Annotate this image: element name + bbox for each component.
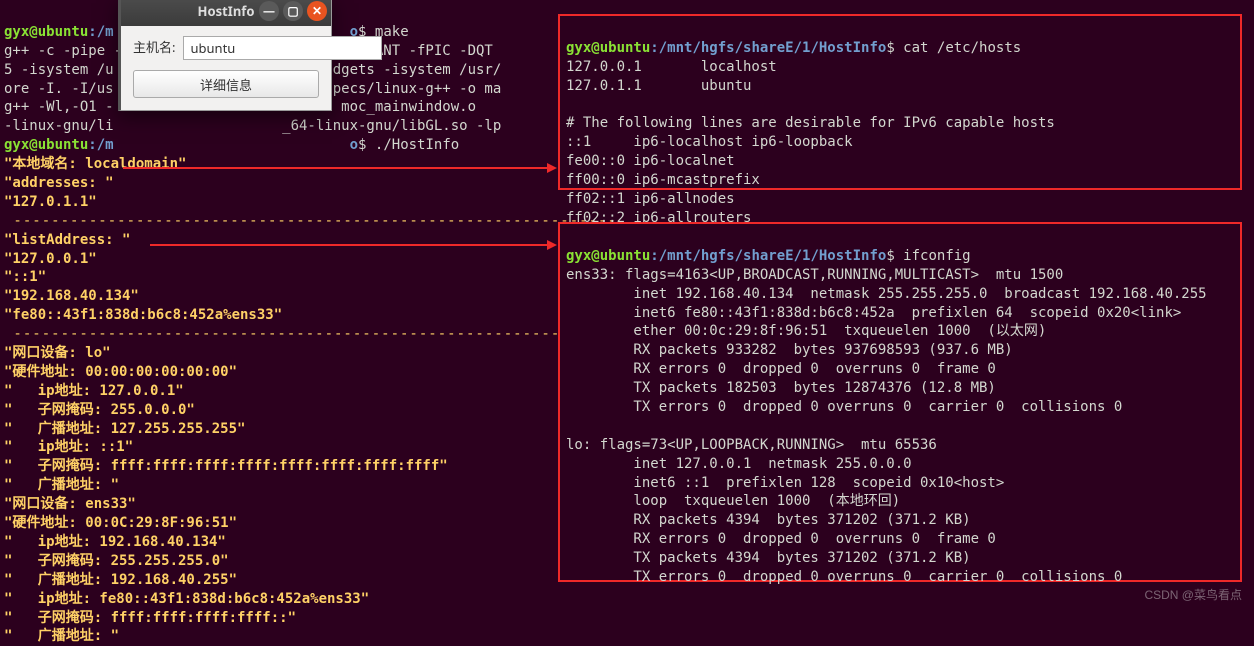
separator-line: ----------------------------------------… bbox=[4, 213, 617, 229]
hosts-line: ::1 ip6-localhost ip6-loopback bbox=[566, 134, 853, 150]
prompt-path: :/mnt/hgfs/shareE/1/HostInfo bbox=[650, 248, 886, 264]
ifconfig-line: inet6 ::1 prefixlen 128 scopeid 0x10<hos… bbox=[566, 475, 1004, 491]
output-line: "127.0.1.1" bbox=[4, 194, 97, 210]
ifconfig-line: RX packets 933282 bytes 937698593 (937.6… bbox=[566, 342, 1013, 358]
terminal-cat-hosts: gyx@ubuntu:/mnt/hgfs/shareE/1/HostInfo$ … bbox=[558, 14, 1242, 190]
output-line: " 广播地址: " bbox=[4, 628, 119, 644]
detail-button[interactable]: 详细信息 bbox=[133, 70, 319, 98]
output-line: " ip地址: 192.168.40.134" bbox=[4, 534, 226, 550]
ifconfig-line: TX packets 182503 bytes 12874376 (12.8 M… bbox=[566, 380, 996, 396]
prompt-path: :/m bbox=[88, 24, 113, 40]
ifconfig-line: inet 127.0.0.1 netmask 255.0.0.0 bbox=[566, 456, 912, 472]
ifconfig-line: RX packets 4394 bytes 371202 (371.2 KB) bbox=[566, 512, 971, 528]
ifconfig-line: loop txqueuelen 1000 (本地环回) bbox=[566, 493, 900, 509]
ifconfig-line: ens33: flags=4163<UP,BROADCAST,RUNNING,M… bbox=[566, 267, 1063, 283]
output-line: "::1" bbox=[4, 269, 46, 285]
ifconfig-line: TX packets 4394 bytes 371202 (371.2 KB) bbox=[566, 550, 971, 566]
output-line: "fe80::43f1:838d:b6c8:452a%ens33" bbox=[4, 307, 282, 323]
output-line: "192.168.40.134" bbox=[4, 288, 139, 304]
terminal-ifconfig: gyx@ubuntu:/mnt/hgfs/shareE/1/HostInfo$ … bbox=[558, 222, 1242, 582]
ifconfig-line: TX errors 0 dropped 0 overruns 0 carrier… bbox=[566, 399, 1122, 415]
output-line: "硬件地址: 00:0C:29:8F:96:51" bbox=[4, 515, 237, 531]
annotation-arrow bbox=[150, 244, 555, 246]
output-line: " 广播地址: 192.168.40.255" bbox=[4, 572, 237, 588]
ifconfig-line: ether 00:0c:29:8f:96:51 txqueuelen 1000 … bbox=[566, 323, 1046, 339]
prompt-user: gyx@ubuntu bbox=[566, 248, 650, 264]
hostname-input[interactable] bbox=[183, 36, 382, 60]
output-line: "listAddress: " bbox=[4, 232, 130, 248]
close-icon[interactable]: ✕ bbox=[307, 1, 327, 21]
output-line: "硬件地址: 00:00:00:00:00:00" bbox=[4, 364, 237, 380]
hosts-line: 127.0.0.1 localhost bbox=[566, 59, 777, 75]
prompt-user: gyx@ubuntu bbox=[566, 40, 650, 56]
output-line: " 子网掩码: ffff:ffff:ffff:ffff:ffff:ffff:ff… bbox=[4, 458, 448, 474]
hosts-line: fe00::0 ip6-localnet bbox=[566, 153, 735, 169]
ifconfig-line: inet6 fe80::43f1:838d:b6c8:452a prefixle… bbox=[566, 305, 1181, 321]
hosts-line: ff00::0 ip6-mcastprefix bbox=[566, 172, 760, 188]
hosts-line: ff02::1 ip6-allnodes bbox=[566, 191, 735, 207]
prompt-path: :/mnt/hgfs/shareE/1/HostInfo bbox=[650, 40, 886, 56]
output-line: " 子网掩码: 255.0.0.0" bbox=[4, 402, 195, 418]
cmd-hostinfo: $ ./HostInfo bbox=[358, 137, 459, 153]
output-line: " 广播地址: 127.255.255.255" bbox=[4, 421, 245, 437]
output-line: " 广播地址: " bbox=[4, 477, 119, 493]
separator-line: ----------------------------------------… bbox=[4, 326, 617, 342]
output-line: "本地域名: localdomain" bbox=[4, 156, 186, 172]
hostinfo-dialog[interactable]: HostInfo — ▢ ✕ 主机名: 详细信息 bbox=[118, 0, 332, 111]
output-line: "addresses: " bbox=[4, 175, 114, 191]
hosts-line: 127.0.1.1 ubuntu bbox=[566, 78, 751, 94]
ifconfig-line: TX errors 0 dropped 0 overruns 0 carrier… bbox=[566, 569, 1122, 585]
output-line: "网口设备: lo" bbox=[4, 345, 111, 361]
prompt-path: :/m bbox=[88, 137, 113, 153]
prompt-user: gyx@ubuntu bbox=[4, 24, 88, 40]
maximize-icon[interactable]: ▢ bbox=[283, 1, 303, 21]
cmd-ifconfig: $ ifconfig bbox=[886, 248, 970, 264]
dialog-titlebar[interactable]: HostInfo — ▢ ✕ bbox=[121, 0, 331, 26]
watermark: CSDN @菜鸟看点 bbox=[1144, 587, 1242, 603]
output-line: "127.0.0.1" bbox=[4, 251, 97, 267]
output-line: " 子网掩码: ffff:ffff:ffff:ffff::" bbox=[4, 610, 296, 626]
dialog-title: HostInfo bbox=[198, 3, 255, 21]
ifconfig-line: inet 192.168.40.134 netmask 255.255.255.… bbox=[566, 286, 1207, 302]
prompt-suffix: o bbox=[350, 137, 358, 153]
output-line: " ip地址: fe80::43f1:838d:b6c8:452a%ens33" bbox=[4, 591, 369, 607]
output-line: " ip地址: 127.0.0.1" bbox=[4, 383, 184, 399]
minimize-icon[interactable]: — bbox=[259, 1, 279, 21]
output-line: " 子网掩码: 255.255.255.0" bbox=[4, 553, 229, 569]
output-line: " ip地址: ::1" bbox=[4, 439, 133, 455]
ifconfig-line: RX errors 0 dropped 0 overruns 0 frame 0 bbox=[566, 361, 996, 377]
prompt-user: gyx@ubuntu bbox=[4, 137, 88, 153]
ifconfig-line: lo: flags=73<UP,LOOPBACK,RUNNING> mtu 65… bbox=[566, 437, 937, 453]
hostname-label: 主机名: bbox=[133, 39, 175, 57]
cmd-cat-hosts: $ cat /etc/hosts bbox=[886, 40, 1021, 56]
hosts-line: # The following lines are desirable for … bbox=[566, 115, 1055, 131]
annotation-arrow bbox=[123, 167, 555, 169]
output-line: "网口设备: ens33" bbox=[4, 496, 136, 512]
ifconfig-line: RX errors 0 dropped 0 overruns 0 frame 0 bbox=[566, 531, 996, 547]
compile-line: -linux-gnu/li _64-linux-gnu/libGL.so -lp bbox=[4, 118, 501, 134]
